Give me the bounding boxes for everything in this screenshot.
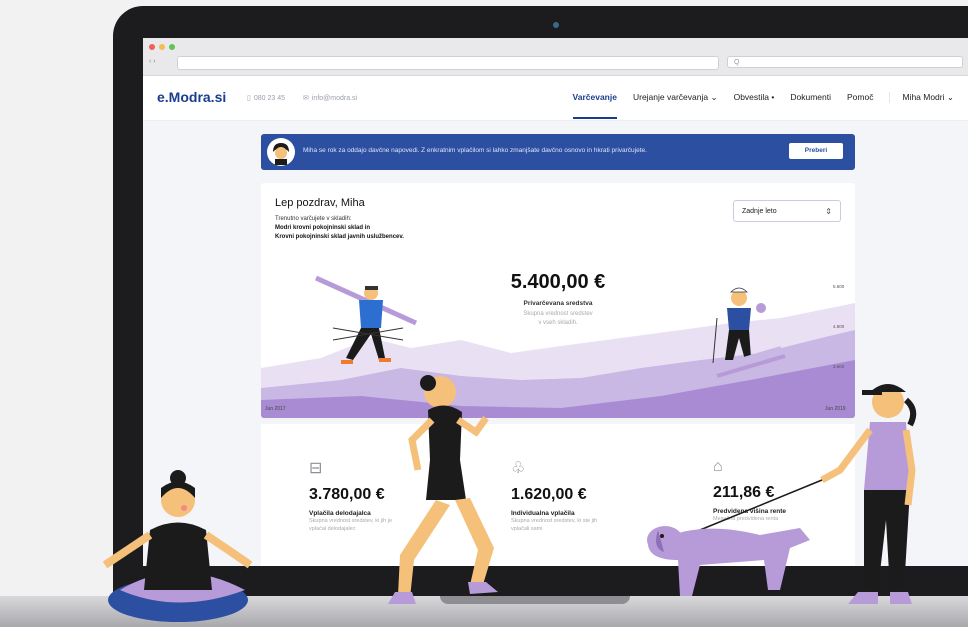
notice-banner: Miha se rok za oddajo davčne napovedi. Z…	[261, 134, 855, 170]
piggy-bank-icon: ♧	[511, 460, 526, 477]
close-window-button[interactable]	[149, 44, 155, 50]
total-savings-label: Privarčevana sredstva	[523, 300, 593, 307]
fund-name: Krovni pokojninski sklad javnih uslužben…	[275, 234, 404, 240]
maximize-window-button[interactable]	[169, 44, 175, 50]
site-logo[interactable]: e.Modra.si	[157, 89, 226, 105]
phone-number: 080 23 45	[253, 94, 286, 102]
webcam	[553, 22, 559, 28]
employer-contributions-description: Skupna vrednost sredstev, ki jih je vpla…	[309, 518, 393, 532]
browser-search-bar[interactable]: Q	[727, 56, 963, 68]
browser-nav-buttons[interactable]: ‹ ›	[149, 58, 156, 65]
funds-description: Trenutno varčujete v skladih: Modri krov…	[275, 215, 404, 242]
chart-y-tick: 3.600	[833, 364, 845, 369]
expected-pension-description: Mesečna predvidena renta	[713, 516, 779, 522]
phone-icon: ▯	[247, 95, 251, 102]
laptop-notch	[440, 596, 630, 604]
chart-x-end: Jun 2019	[825, 406, 846, 412]
employer-contributions-value: 3.780,00 €	[309, 486, 385, 503]
browser-chrome: ‹ › Q	[143, 38, 968, 76]
banner-read-button[interactable]: Preberi	[789, 143, 843, 159]
chart-x-start: Jun 2017	[265, 406, 286, 412]
nav-help[interactable]: Pomoč	[847, 92, 873, 103]
briefcase-icon: ⊟	[309, 460, 323, 477]
individual-contributions: ♧ 1.620,00 € Individualna vplačila Skupn…	[511, 458, 691, 533]
individual-contributions-description: Skupna vrednost sredstev, ki ste jih vpl…	[511, 518, 598, 532]
email-address: info@modra.si	[311, 94, 358, 102]
updown-chevron-icon: ⇕	[825, 207, 832, 216]
total-savings-description: Skupna vrednost sredstev v vseh skladih.	[261, 310, 855, 328]
expected-pension-label: Predvidena višina rente	[713, 508, 786, 515]
nav-savings[interactable]: Varčevanje	[572, 92, 618, 119]
browser-screen: ‹ › Q e.Modra.si ▯ 080 23 45 ✉ info@modr…	[143, 38, 968, 566]
total-savings-sub-line: v vseh skladih.	[538, 320, 578, 326]
expected-pension: ⌂ 211,86 € Predvidena višina rente Meseč…	[713, 458, 893, 523]
greeting: Lep pozdrav, Miha	[275, 197, 365, 209]
nav-documents[interactable]: Dokumenti	[790, 92, 831, 103]
mail-icon: ✉	[303, 95, 309, 102]
user-menu[interactable]: Miha Modri ⌄	[889, 92, 954, 103]
expected-pension-value: 211,86 €	[713, 484, 775, 501]
employer-contributions: ⊟ 3.780,00 € Vplačila delodajalca Skupna…	[309, 458, 489, 533]
nav-notifications[interactable]: Obvestila •	[734, 92, 775, 103]
period-select[interactable]: Zadnje leto ⇕	[733, 200, 841, 222]
banner-message: Miha se rok za oddajo davčne napovedi. Z…	[303, 147, 647, 154]
nav-manage-savings[interactable]: Urejanje varčevanja ⌄	[633, 92, 718, 103]
contact-phone[interactable]: ▯ 080 23 45	[247, 94, 286, 103]
fund-name: Modri krovni pokojninski sklad in	[275, 225, 371, 231]
contact-email[interactable]: ✉ info@modra.si	[303, 94, 358, 103]
employer-contributions-label: Vplačila delodajalca	[309, 510, 371, 517]
minimize-window-button[interactable]	[159, 44, 165, 50]
funds-intro: Trenutno varčujete v skladih:	[275, 216, 352, 222]
individual-contributions-label: Individualna vplačila	[511, 510, 575, 517]
window-controls	[149, 44, 175, 50]
advisor-avatar	[267, 138, 295, 166]
period-value: Zadnje leto	[742, 208, 777, 215]
total-savings-amount: 5.400,00 €	[510, 271, 606, 293]
app-header: e.Modra.si ▯ 080 23 45 ✉ info@modra.si V…	[143, 76, 968, 121]
main-navigation: Varčevanje Urejanje varčevanja ⌄ Obvesti…	[572, 92, 954, 119]
contributions-section: ⊟ 3.780,00 € Vplačila delodajalca Skupna…	[261, 424, 855, 566]
total-savings-sub-line: Skupna vrednost sredstev	[523, 311, 593, 317]
bank-icon: ⌂	[713, 458, 723, 475]
individual-contributions-value: 1.620,00 €	[511, 486, 587, 503]
address-bar[interactable]	[177, 56, 719, 70]
savings-summary-card: Jun 2017 Jun 2019 5.600 4.800 3.600 Lep …	[261, 183, 855, 418]
